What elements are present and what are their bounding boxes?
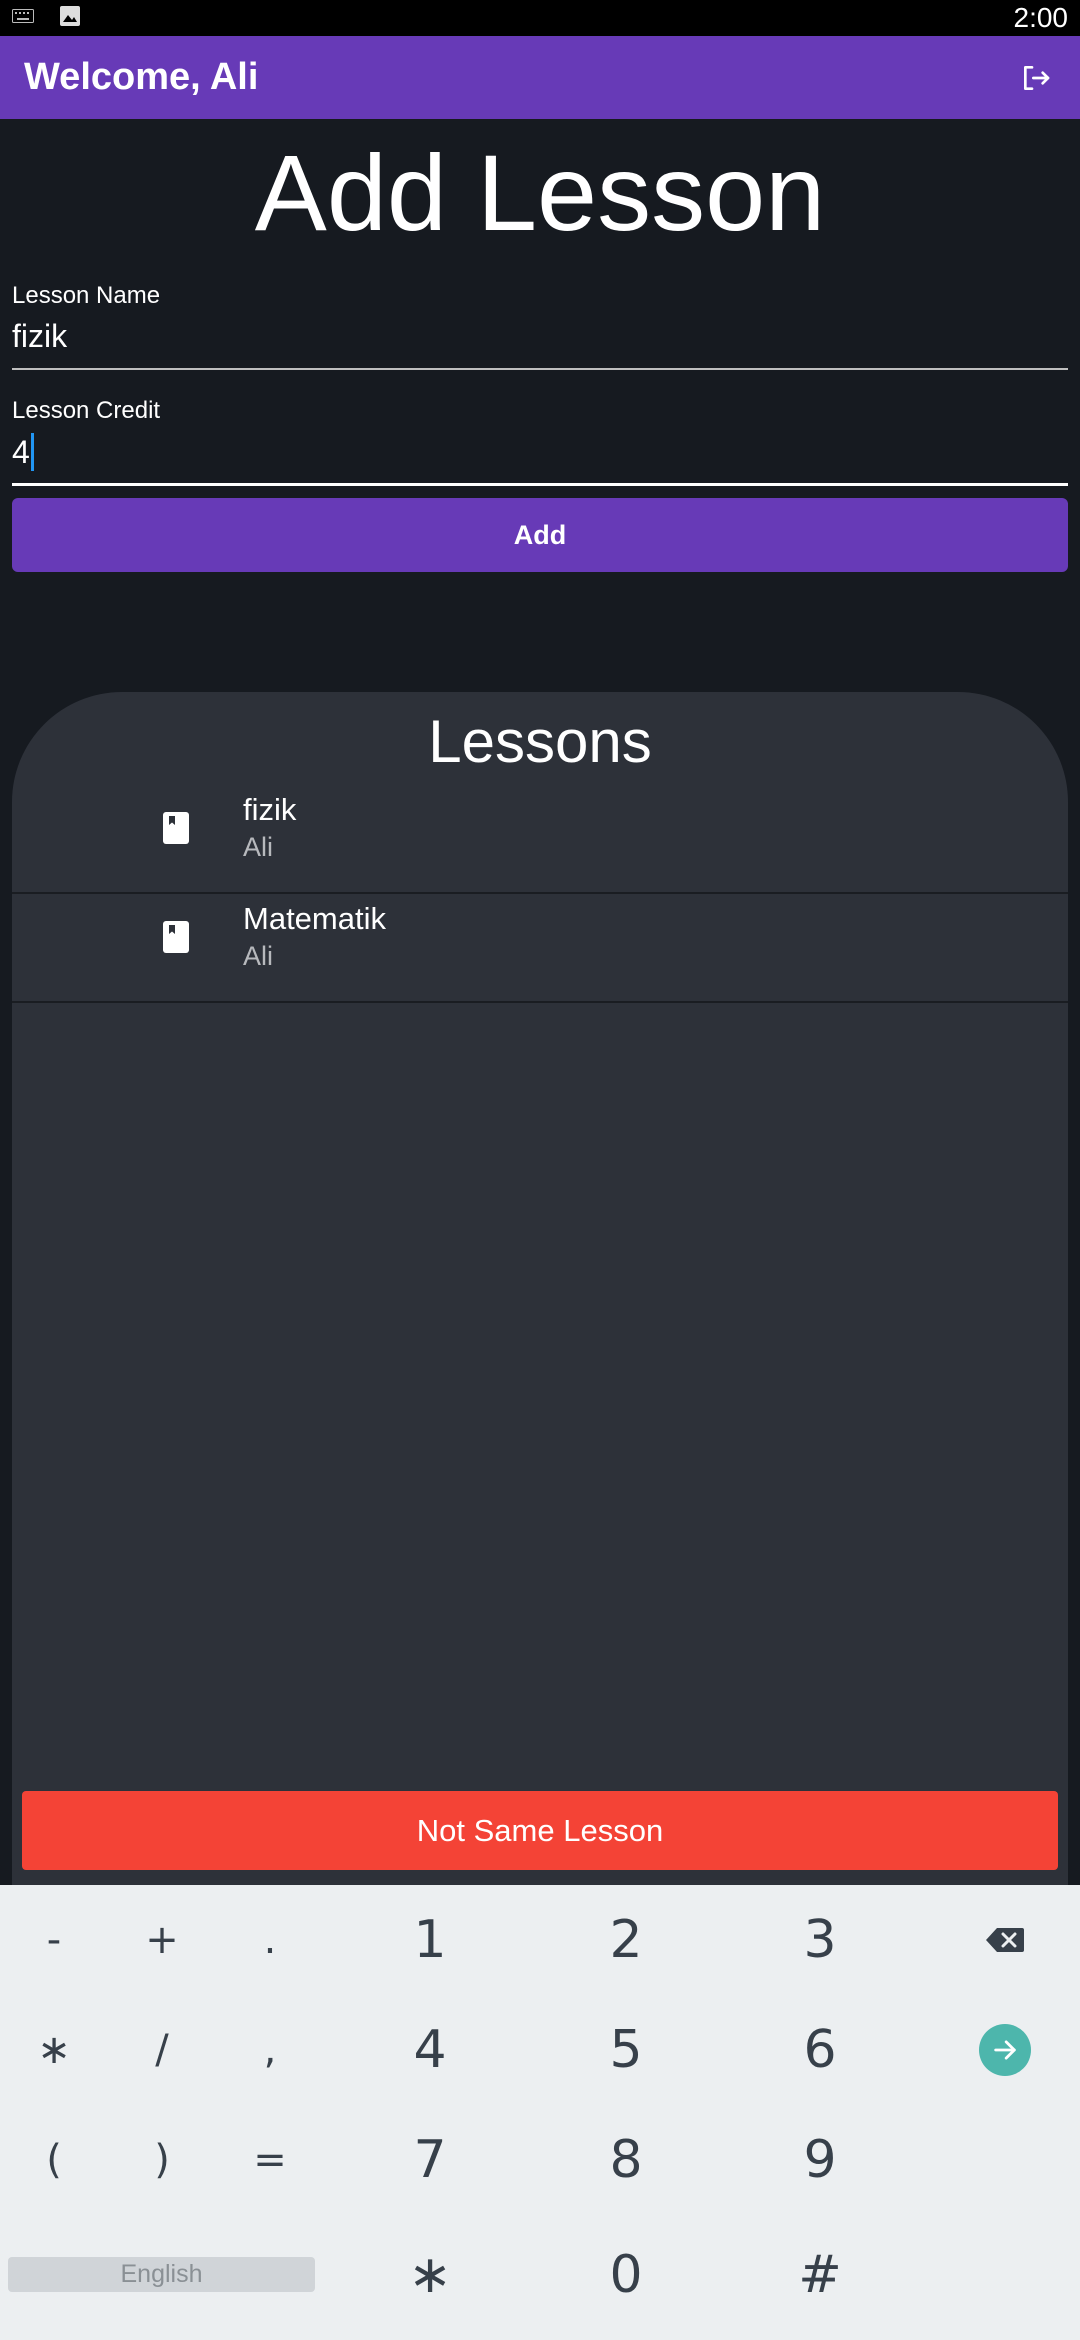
lesson-credit-label: Lesson Credit bbox=[12, 397, 161, 424]
lesson-name: fizik bbox=[243, 792, 297, 827]
app-bar: Welcome, Ali bbox=[0, 36, 1080, 119]
logout-icon[interactable] bbox=[1016, 58, 1056, 98]
text-cursor bbox=[30, 433, 34, 471]
key-0[interactable]: 0 bbox=[526, 2235, 726, 2315]
key-close-paren[interactable]: ) bbox=[108, 2125, 216, 2195]
key-1[interactable]: 1 bbox=[330, 1905, 530, 1975]
lesson-owner: Ali bbox=[243, 941, 274, 971]
page-title: Add Lesson bbox=[254, 132, 826, 253]
key-9[interactable]: 9 bbox=[720, 2125, 920, 2195]
book-icon bbox=[163, 812, 189, 844]
key-4[interactable]: 4 bbox=[330, 2015, 530, 2085]
not-same-lesson-button[interactable]: Not Same Lesson bbox=[22, 1791, 1058, 1870]
key-equals[interactable]: = bbox=[216, 2125, 324, 2195]
arrow-right-icon[interactable] bbox=[962, 2015, 1048, 2085]
add-button[interactable]: Add bbox=[12, 498, 1068, 572]
app-bar-title: Welcome, Ali bbox=[24, 56, 259, 98]
key-7[interactable]: 7 bbox=[330, 2125, 530, 2195]
status-bar: 2:00 bbox=[0, 0, 1080, 36]
keyboard-icon bbox=[12, 8, 34, 28]
key-3[interactable]: 3 bbox=[720, 1905, 920, 1975]
key-8[interactable]: 8 bbox=[526, 2125, 726, 2195]
key-2[interactable]: 2 bbox=[526, 1905, 726, 1975]
lesson-credit-underline bbox=[12, 483, 1068, 486]
image-icon bbox=[60, 5, 80, 31]
key-asterisk[interactable]: ∗ bbox=[0, 2015, 108, 2085]
language-key[interactable]: English bbox=[8, 2257, 315, 2292]
lesson-credit-field[interactable]: Lesson Credit 4 bbox=[12, 397, 1068, 486]
lesson-name-label: Lesson Name bbox=[12, 282, 161, 309]
key-5[interactable]: 5 bbox=[526, 2015, 726, 2085]
key-hash[interactable]: # bbox=[720, 2235, 920, 2315]
key-star[interactable]: ∗ bbox=[330, 2235, 530, 2315]
lesson-item[interactable]: fizik Ali bbox=[12, 786, 1068, 894]
lesson-name-underline bbox=[12, 368, 1068, 370]
key-minus[interactable]: - bbox=[0, 1905, 108, 1975]
key-period[interactable]: . bbox=[216, 1905, 324, 1975]
key-6[interactable]: 6 bbox=[720, 2015, 920, 2085]
status-time: 2:00 bbox=[1013, 2, 1069, 33]
key-slash[interactable]: / bbox=[108, 2015, 216, 2085]
lessons-title: Lessons bbox=[428, 708, 652, 775]
lesson-owner: Ali bbox=[243, 832, 274, 862]
book-icon bbox=[163, 921, 189, 953]
lesson-item[interactable]: Matematik Ali bbox=[12, 895, 1068, 1003]
backspace-icon[interactable] bbox=[960, 1905, 1050, 1975]
lesson-name-value: fizik bbox=[12, 318, 68, 354]
key-open-paren[interactable]: ( bbox=[0, 2125, 108, 2195]
numeric-keyboard: - + . 1 2 3 ∗ / , 4 5 6 ( ) = 7 8 9 Engl… bbox=[0, 1885, 1080, 2340]
lesson-credit-value: 4 bbox=[12, 433, 30, 470]
key-plus[interactable]: + bbox=[108, 1905, 216, 1975]
lesson-name: Matematik bbox=[243, 901, 386, 936]
lessons-panel: Lessons fizik Ali Matematik Ali bbox=[12, 692, 1068, 1885]
key-comma[interactable]: , bbox=[216, 2015, 324, 2085]
lesson-name-field[interactable]: Lesson Name fizik bbox=[12, 282, 1068, 370]
